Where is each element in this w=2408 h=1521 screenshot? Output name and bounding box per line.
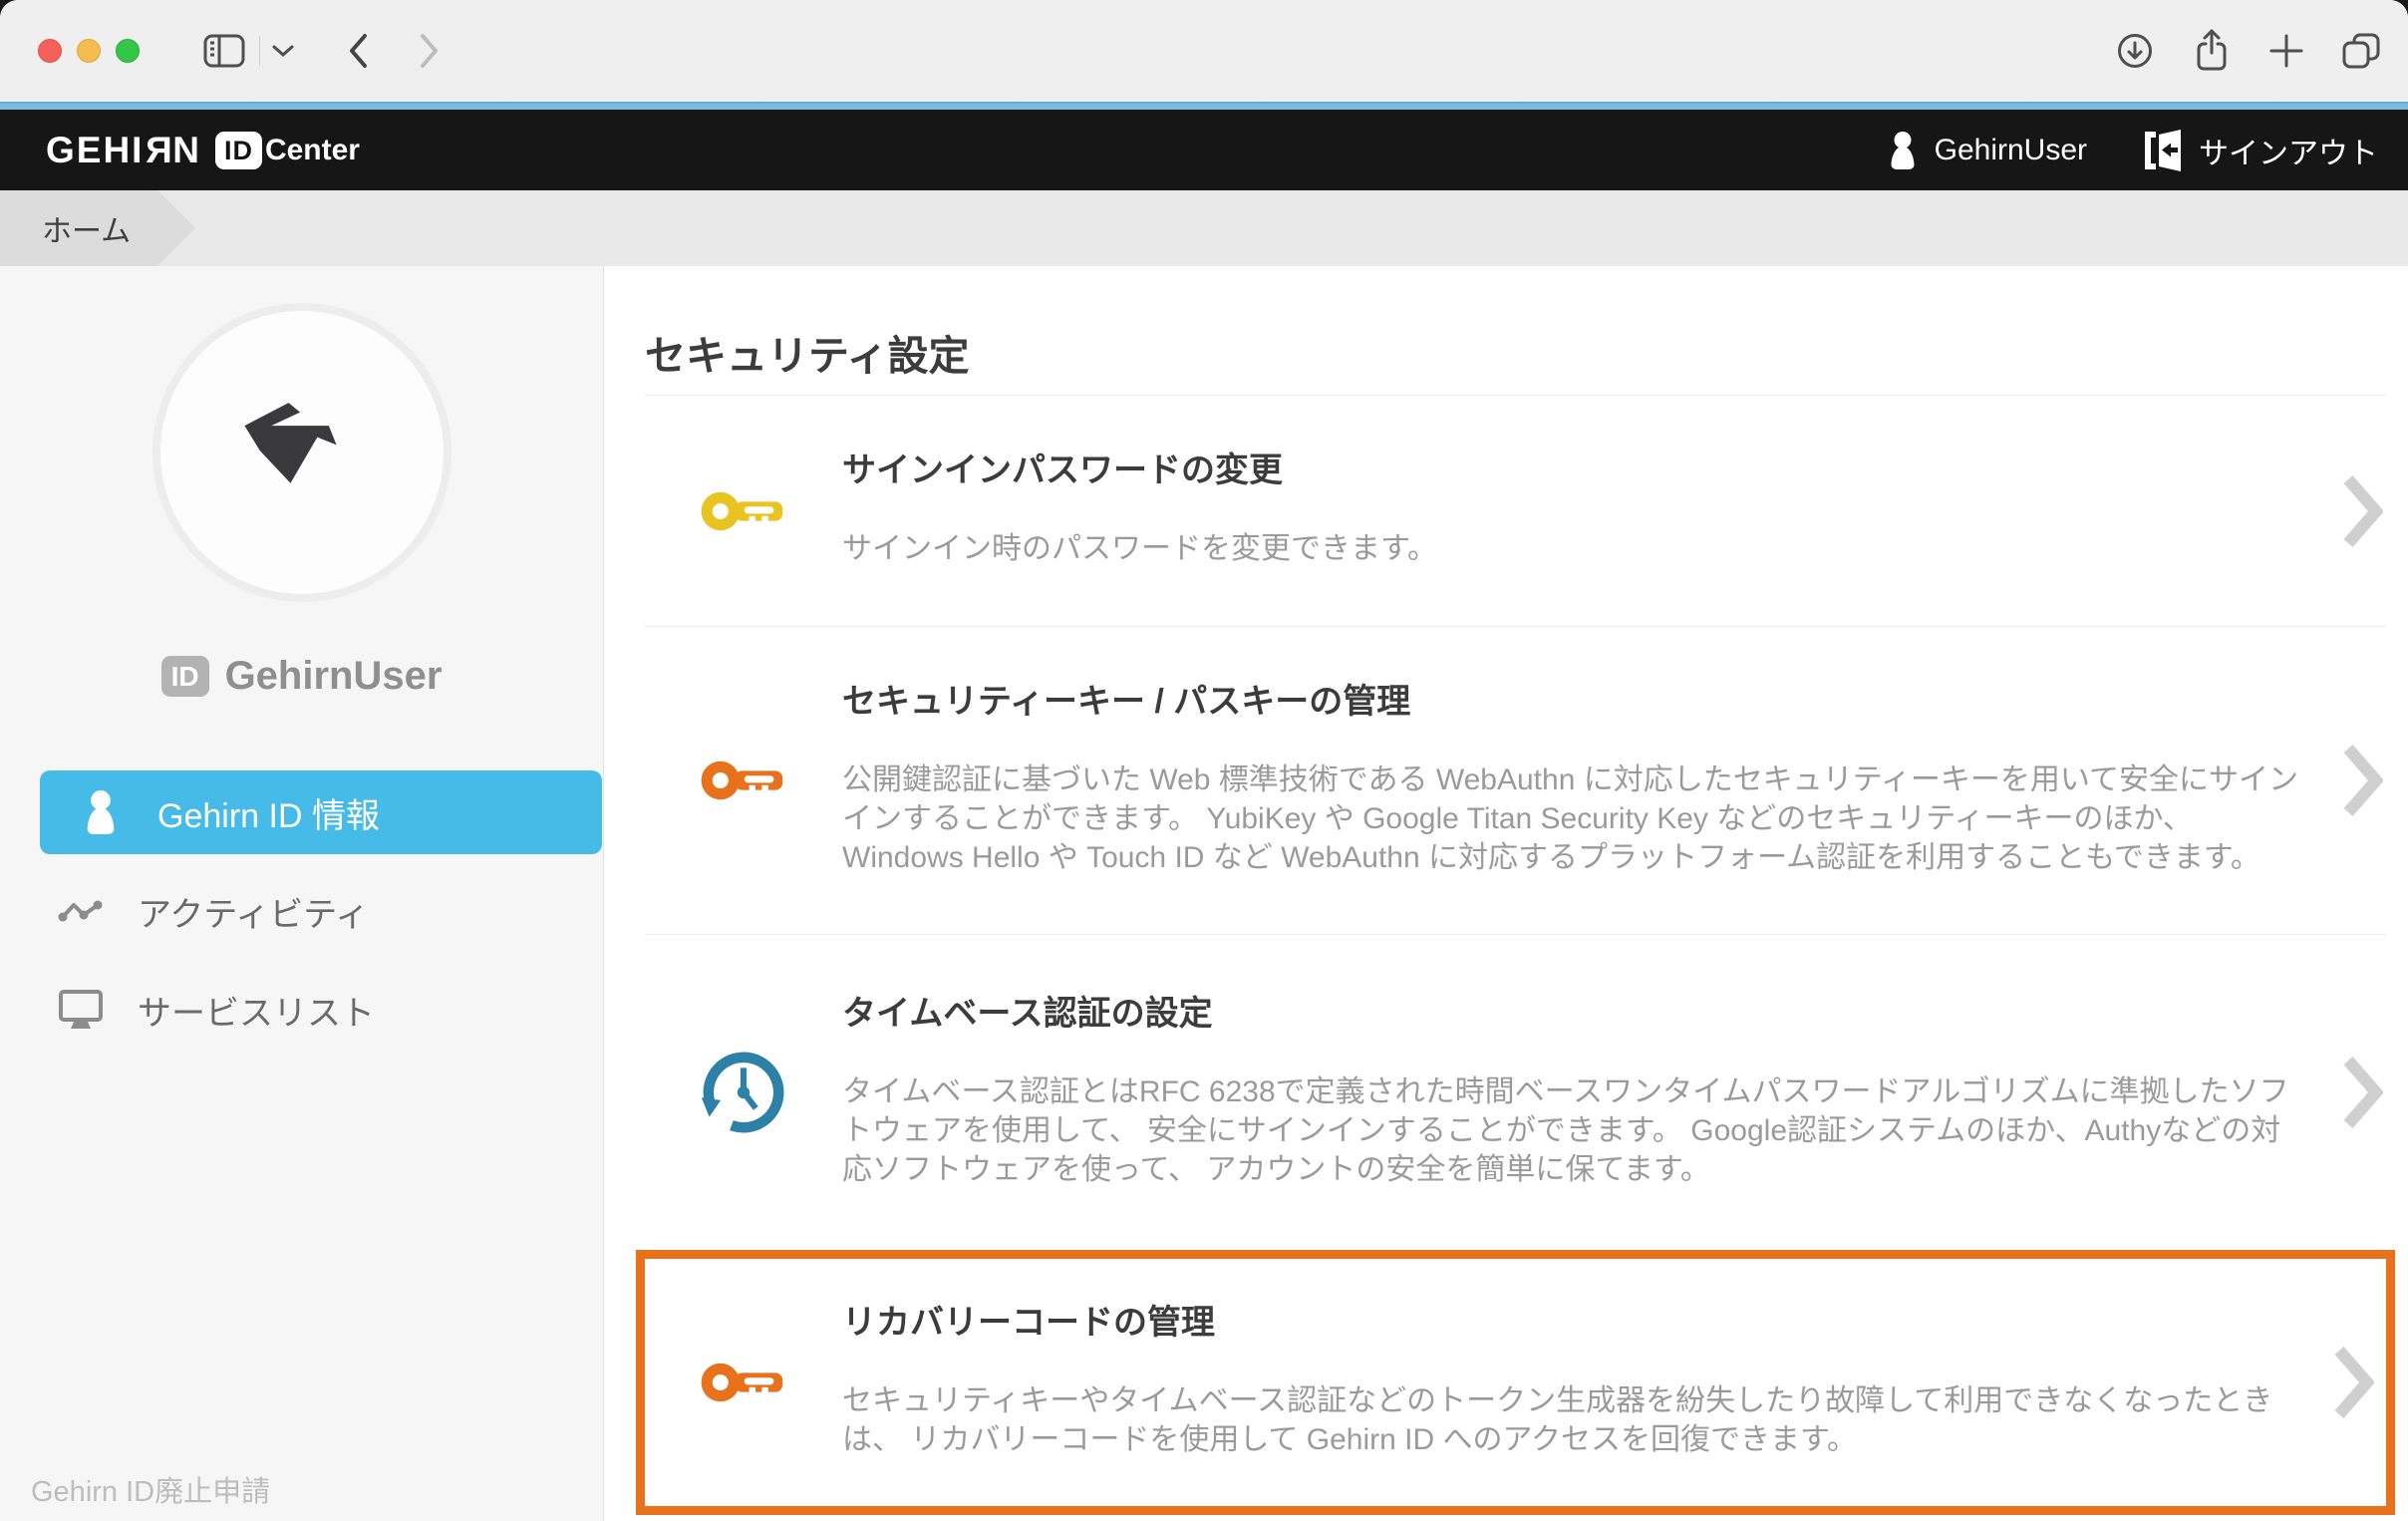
sidebar-item-service-list[interactable]: サービスリスト: [40, 968, 602, 1052]
card-description: タイムベース認証とはRFC 6238で定義された時間ベースワンタイムパスワードア…: [842, 1072, 2309, 1189]
profile-name: GehirnUser: [225, 654, 443, 699]
minimize-window-button[interactable]: [77, 39, 101, 63]
card-security-key[interactable]: セキュリティーキー / パスキーの管理 公開鍵認証に基づいた Web 標準技術で…: [604, 627, 2408, 934]
browser-window: GEHIRN ID Center GehirnUser: [0, 0, 2408, 1521]
share-icon[interactable]: [2189, 27, 2235, 75]
key-icon: [700, 1355, 787, 1410]
account-deletion-link[interactable]: Gehirn ID廃止申請: [31, 1468, 270, 1510]
card-description: サインイン時のパスワードを変更できます。: [842, 529, 2309, 568]
browser-toolbar: [0, 0, 2408, 102]
accent-line: [0, 102, 2408, 110]
card-description: セキュリティキーやタイムベース認証などのトークン生成器を紛失したり故障して利用で…: [842, 1381, 2309, 1459]
monitor-icon: [58, 989, 104, 1031]
zoom-window-button[interactable]: [116, 39, 140, 63]
signout-label: サインアウト: [2199, 129, 2378, 172]
close-window-button[interactable]: [38, 39, 62, 63]
clock-icon: [700, 1049, 787, 1136]
profile-id-badge: ID: [161, 656, 209, 697]
logo-id-badge: ID: [215, 132, 262, 169]
card-title: リカバリーコードの管理: [842, 1306, 2309, 1340]
chevron-right-icon: [2343, 743, 2383, 818]
page-title: セキュリティ設定: [645, 336, 2408, 377]
sidebar-item-label: Gehirn ID 情報: [157, 788, 380, 837]
toolbar-separator: [259, 36, 260, 66]
person-icon: [1887, 132, 1919, 169]
gehirn-g-logo: [206, 357, 398, 548]
downloads-icon[interactable]: [2112, 28, 2158, 74]
card-recovery-code[interactable]: リカバリーコードの管理 セキュリティキーやタイムベース認証などのトークン生成器を…: [645, 1259, 2386, 1506]
new-tab-icon[interactable]: [2265, 30, 2307, 72]
card-title: セキュリティーキー / パスキーの管理: [842, 685, 2309, 719]
card-title: サインインパスワードの変更: [842, 454, 2309, 487]
signout-icon: [2143, 130, 2183, 171]
breadcrumb: ホーム: [0, 190, 2408, 266]
sidebar: ID GehirnUser Gehirn ID 情報: [0, 266, 604, 1521]
sidebar-toggle-icon[interactable]: [201, 31, 247, 71]
signout-button[interactable]: サインアウト: [2143, 129, 2378, 172]
card-title: タイムベース認証の設定: [842, 997, 2309, 1031]
back-button[interactable]: [344, 30, 372, 72]
card-time-based-auth[interactable]: タイムベース認証の設定 タイムベース認証とはRFC 6238で定義された時間ベー…: [604, 935, 2408, 1250]
logo-brand: GEHIRN: [46, 130, 201, 171]
key-icon: [700, 483, 787, 539]
header-username: GehirnUser: [1935, 134, 2087, 167]
person-icon: [78, 790, 124, 834]
sidebar-item-label: アクティビティ: [138, 887, 369, 936]
profile: ID GehirnUser: [0, 654, 603, 699]
tab-overview-icon[interactable]: [2338, 29, 2384, 73]
avatar: [152, 303, 452, 602]
app-header: GEHIRN ID Center GehirnUser: [0, 110, 2408, 190]
sidebar-menu: Gehirn ID 情報 アクティビティ: [0, 770, 603, 1052]
logo-suffix: Center: [265, 134, 360, 167]
main-panel: セキュリティ設定 サインインパスワードの変更 サインイン時のパ: [604, 266, 2408, 1521]
window-controls: [38, 39, 140, 63]
chevron-right-icon: [2334, 1345, 2374, 1420]
key-icon: [700, 753, 787, 808]
sidebar-item-gehirn-id-info[interactable]: Gehirn ID 情報: [40, 770, 602, 854]
highlight-border: リカバリーコードの管理 セキュリティキーやタイムベース認証などのトークン生成器を…: [636, 1250, 2395, 1515]
header-user-menu[interactable]: GehirnUser: [1887, 132, 2087, 169]
breadcrumb-home[interactable]: ホーム: [0, 190, 195, 266]
activity-icon: [58, 898, 104, 924]
card-description: 公開鍵認証に基づいた Web 標準技術である WebAuthn に対応したセキュ…: [842, 760, 2309, 877]
sidebar-chevron-down-icon[interactable]: [270, 43, 296, 59]
gehirn-id-center-logo[interactable]: GEHIRN ID Center: [46, 130, 360, 171]
sidebar-item-label: サービスリスト: [138, 986, 375, 1035]
chevron-right-icon: [2343, 473, 2383, 549]
sidebar-item-activity[interactable]: アクティビティ: [40, 869, 602, 953]
chevron-right-icon: [2343, 1055, 2383, 1130]
card-password-change[interactable]: サインインパスワードの変更 サインイン時のパスワードを変更できます。: [604, 396, 2408, 626]
forward-button[interactable]: [416, 30, 444, 72]
